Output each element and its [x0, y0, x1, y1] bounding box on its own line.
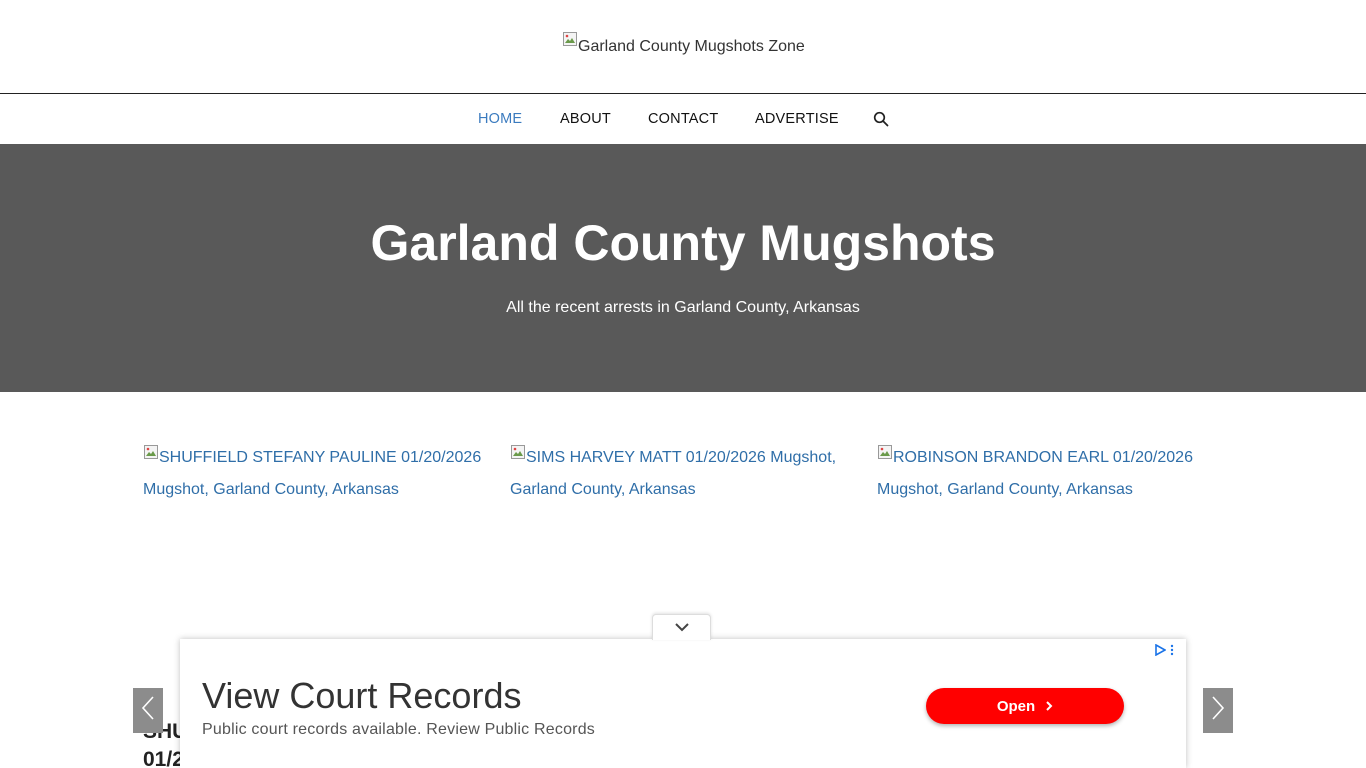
- nav-item-contact[interactable]: CONTACT: [648, 111, 718, 127]
- adchoices-icon: [1154, 643, 1167, 661]
- chevron-left-icon: [141, 695, 155, 726]
- site-logo[interactable]: Garland County Mugshots Zone: [562, 31, 805, 56]
- broken-image-icon: [510, 444, 526, 460]
- chevron-down-icon: [674, 619, 690, 637]
- nav-item-advertise[interactable]: ADVERTISE: [755, 111, 839, 127]
- ad-open-button[interactable]: Open: [926, 688, 1124, 724]
- slider-prev-button[interactable]: [133, 688, 163, 733]
- nav-item-about[interactable]: ABOUT: [560, 111, 611, 127]
- broken-image-icon: [877, 444, 893, 460]
- ad-banner[interactable]: View Court Records Public court records …: [180, 639, 1186, 768]
- hero-banner: Garland County Mugshots All the recent a…: [0, 144, 1366, 392]
- more-options-icon: [1170, 643, 1174, 661]
- site-header: Garland County Mugshots Zone: [0, 0, 1366, 93]
- mugshot-alt-text: ROBINSON BRANDON EARL 01/20/2026 Mugshot…: [877, 449, 1193, 498]
- chevron-right-icon: [1211, 695, 1225, 726]
- logo-alt-text: Garland County Mugshots Zone: [578, 38, 805, 55]
- mugshot-card[interactable]: ROBINSON BRANDON EARL 01/20/2026 Mugshot…: [877, 442, 1222, 506]
- chevron-right-icon: [1046, 701, 1053, 711]
- broken-image-icon: [562, 31, 578, 47]
- slider-next-button[interactable]: [1203, 688, 1233, 733]
- broken-image-icon: [143, 444, 159, 460]
- mugshot-card[interactable]: SHUFFIELD STEFANY PAULINE 01/20/2026 Mug…: [143, 442, 488, 506]
- ad-description: Public court records available. Review P…: [202, 721, 595, 738]
- ad-choices[interactable]: [1154, 643, 1178, 661]
- search-icon[interactable]: [873, 111, 889, 127]
- page-subtitle: All the recent arrests in Garland County…: [506, 299, 860, 316]
- ad-title[interactable]: View Court Records: [202, 675, 521, 717]
- mugshot-alt-text: SIMS HARVEY MATT 01/20/2026 Mugshot, Gar…: [510, 449, 837, 498]
- mugshot-card[interactable]: SIMS HARVEY MATT 01/20/2026 Mugshot, Gar…: [510, 442, 855, 506]
- ad-open-label: Open: [996, 697, 1036, 715]
- page-title: Garland County Mugshots: [370, 215, 996, 271]
- mugshot-alt-text: SHUFFIELD STEFANY PAULINE 01/20/2026 Mug…: [143, 449, 482, 498]
- main-nav: HOME ABOUT CONTACT ADVERTISE: [0, 93, 1366, 144]
- ad-collapse-toggle[interactable]: [652, 614, 711, 640]
- nav-item-home[interactable]: HOME: [478, 111, 522, 127]
